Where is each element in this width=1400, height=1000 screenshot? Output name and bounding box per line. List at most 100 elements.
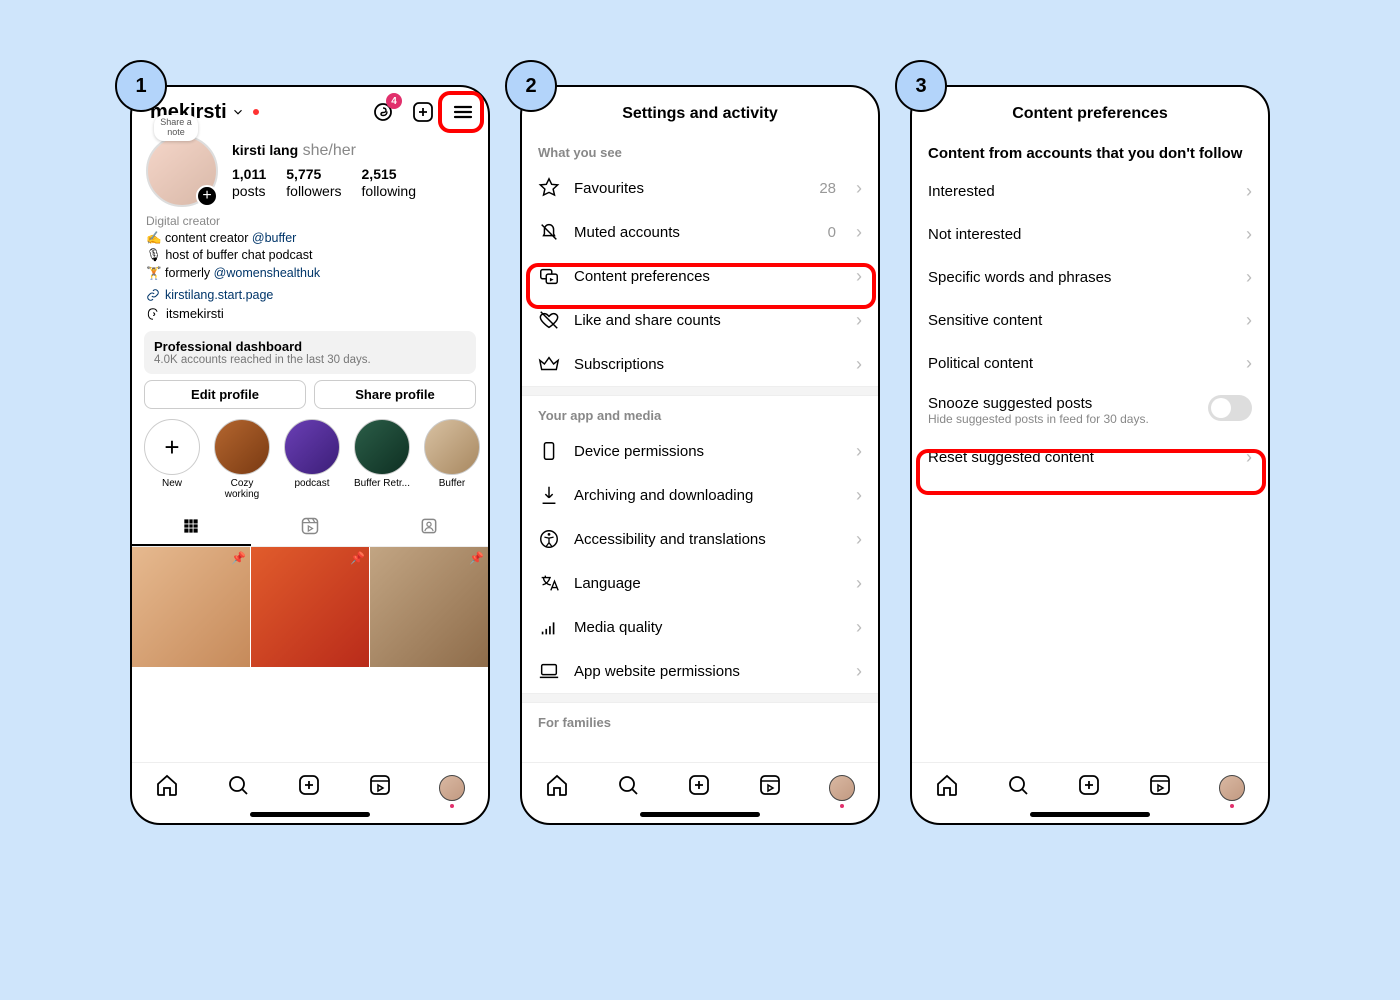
tab-tagged[interactable] <box>369 508 488 546</box>
highlight-retreat[interactable]: Buffer Retr... <box>354 419 410 500</box>
highlights-row[interactable]: +New Cozy working podcast Buffer Retr...… <box>132 409 488 504</box>
nav-reels[interactable] <box>758 773 782 802</box>
stat-followers[interactable]: 5,775followers <box>286 166 341 200</box>
highlight-podcast[interactable]: podcast <box>284 419 340 500</box>
star-icon <box>538 177 560 199</box>
row-language[interactable]: Language› <box>522 561 878 605</box>
link-icon <box>146 288 160 302</box>
post-thumb[interactable]: 📌 <box>132 547 250 667</box>
bio-block: Digital creator ✍️ content creator @buff… <box>132 207 488 288</box>
nav-search[interactable] <box>1006 773 1030 802</box>
add-story-icon[interactable]: + <box>196 185 218 207</box>
post-thumb[interactable]: 📌 <box>370 547 488 667</box>
row-specific-words[interactable]: Specific words and phrases› <box>912 256 1268 299</box>
nav-profile[interactable] <box>439 775 465 801</box>
post-thumb[interactable]: 📌 <box>251 547 369 667</box>
nav-home[interactable] <box>155 773 179 802</box>
share-profile-button[interactable]: Share profile <box>314 380 476 409</box>
row-favourites[interactable]: Favourites28› <box>522 166 878 210</box>
nav-profile[interactable] <box>1219 775 1245 801</box>
bio-external-link[interactable]: kirstilang.start.page <box>132 288 488 302</box>
content-pref-highlight <box>526 263 876 309</box>
row-media-quality[interactable]: Media quality› <box>522 605 878 649</box>
chevron-right-icon: › <box>856 178 862 199</box>
highlight-cozy[interactable]: Cozy working <box>214 419 270 500</box>
phone-icon <box>538 440 560 462</box>
section-app-media: Your app and media <box>522 396 878 429</box>
nav-search[interactable] <box>616 773 640 802</box>
create-button[interactable] <box>410 99 436 125</box>
section-header: Content from accounts that you don't fol… <box>912 133 1268 170</box>
profile-avatar[interactable]: Share a note + <box>146 135 218 207</box>
signal-icon <box>538 616 560 638</box>
hamburger-highlight <box>438 91 484 133</box>
pronouns: she/her <box>303 142 356 159</box>
row-device-perm[interactable]: Device permissions› <box>522 429 878 473</box>
step-badge-3: 3 <box>895 60 947 112</box>
nav-create[interactable] <box>297 773 321 802</box>
pin-icon: 📌 <box>231 551 246 565</box>
tab-reels[interactable] <box>251 508 370 546</box>
tab-grid[interactable] <box>132 508 251 546</box>
bell-off-icon <box>538 221 560 243</box>
row-political[interactable]: Political content› <box>912 342 1268 385</box>
screen-title: Content preferences <box>912 91 1268 133</box>
threads-handle-row[interactable]: itsmekirsti <box>132 302 488 325</box>
accessibility-icon <box>538 528 560 550</box>
display-name: kirsti lang <box>232 142 298 158</box>
section-what-you-see: What you see <box>522 133 878 166</box>
bio-link-wh[interactable]: @womenshealthuk <box>214 266 321 280</box>
laptop-icon <box>538 660 560 682</box>
nav-reels[interactable] <box>368 773 392 802</box>
home-indicator <box>250 812 370 817</box>
row-subscriptions[interactable]: Subscriptions› <box>522 342 878 386</box>
nav-home[interactable] <box>545 773 569 802</box>
threads-icon <box>146 307 160 321</box>
share-note-bubble[interactable]: Share a note <box>154 115 198 141</box>
language-icon <box>538 572 560 594</box>
row-archive[interactable]: Archiving and downloading› <box>522 473 878 517</box>
section-families: For families <box>522 703 878 736</box>
professional-dashboard[interactable]: Professional dashboard 4.0K accounts rea… <box>144 331 476 374</box>
bottom-nav <box>912 762 1268 810</box>
download-icon <box>538 484 560 506</box>
row-app-web-perm[interactable]: App website permissions› <box>522 649 878 693</box>
stat-following[interactable]: 2,515following <box>362 166 416 200</box>
row-not-interested[interactable]: Not interested› <box>912 213 1268 256</box>
bottom-nav <box>132 762 488 810</box>
threads-badge: 4 <box>386 93 402 109</box>
nav-search[interactable] <box>226 773 250 802</box>
home-indicator <box>640 812 760 817</box>
crown-icon <box>538 353 560 375</box>
bottom-nav <box>522 762 878 810</box>
pin-icon: 📌 <box>469 551 484 565</box>
row-snooze[interactable]: Snooze suggested postsHide suggested pos… <box>912 385 1268 436</box>
reset-highlight <box>916 449 1266 495</box>
nav-profile[interactable] <box>829 775 855 801</box>
snooze-toggle[interactable] <box>1208 395 1252 421</box>
bio-link-buffer[interactable]: @buffer <box>252 231 296 245</box>
profile-tabs <box>132 508 488 547</box>
chevron-down-icon <box>231 105 245 119</box>
step-badge-1: 1 <box>115 60 167 112</box>
nav-create[interactable] <box>1077 773 1101 802</box>
home-indicator <box>1030 812 1150 817</box>
heart-off-icon <box>538 309 560 331</box>
row-muted[interactable]: Muted accounts0› <box>522 210 878 254</box>
row-sensitive[interactable]: Sensitive content› <box>912 299 1268 342</box>
nav-reels[interactable] <box>1148 773 1172 802</box>
row-interested[interactable]: Interested› <box>912 170 1268 213</box>
row-accessibility[interactable]: Accessibility and translations› <box>522 517 878 561</box>
nav-home[interactable] <box>935 773 959 802</box>
highlight-buffer[interactable]: Buffer <box>424 419 480 500</box>
post-grid: 📌 📌 📌 <box>132 547 488 667</box>
pin-icon: 📌 <box>350 551 365 565</box>
screen-profile: mekirsti 4 <box>130 85 490 825</box>
nav-create[interactable] <box>687 773 711 802</box>
screen-title: Settings and activity <box>522 91 878 133</box>
step-badge-2: 2 <box>505 60 557 112</box>
stat-posts[interactable]: 1,011posts <box>232 166 266 200</box>
edit-profile-button[interactable]: Edit profile <box>144 380 306 409</box>
threads-button[interactable]: 4 <box>370 99 396 125</box>
highlight-new[interactable]: +New <box>144 419 200 500</box>
